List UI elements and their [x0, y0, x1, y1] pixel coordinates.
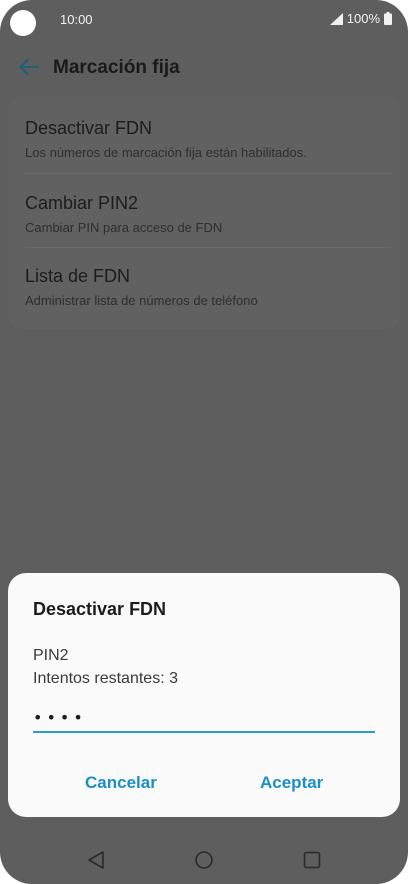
page-title: Marcación fija: [53, 57, 180, 78]
status-icons: 100%: [329, 11, 392, 26]
pin2-label: PIN2: [33, 647, 69, 664]
nav-back-icon[interactable]: [86, 850, 106, 875]
nav-home-icon[interactable]: [194, 850, 214, 875]
nav-recent-apps-icon[interactable]: [303, 851, 321, 874]
pin2-input[interactable]: [33, 703, 375, 733]
battery-percentage: 100%: [346, 11, 380, 26]
status-time: 10:00: [60, 12, 93, 27]
disable-fdn-dialog: Desactivar FDN PIN2 Intentos restantes: …: [8, 573, 400, 817]
dialog-title: Desactivar FDN: [33, 599, 167, 619]
accept-button[interactable]: Aceptar: [260, 773, 323, 793]
cancel-button[interactable]: Cancelar: [85, 773, 157, 793]
settings-item-fdn-list[interactable]: Lista de FDN Administrar lista de número…: [8, 266, 400, 340]
app-bar: Marcación fija: [0, 48, 408, 88]
settings-item-subtitle: Administrar lista de números de teléfono: [25, 293, 258, 308]
battery-icon: [384, 12, 392, 25]
camera-cutout: [10, 10, 36, 36]
settings-item-subtitle: Los números de marcación fija están habi…: [25, 145, 307, 160]
settings-item-disable-fdn[interactable]: Desactivar FDN Los números de marcación …: [8, 118, 400, 192]
remaining-attempts: Intentos restantes: 3: [33, 670, 178, 687]
status-bar: 10:00 100%: [0, 0, 408, 40]
back-arrow-icon[interactable]: [18, 56, 40, 83]
divider: [25, 173, 391, 174]
settings-item-title: Cambiar PIN2: [25, 193, 139, 213]
settings-item-title: Lista de FDN: [25, 266, 131, 286]
divider: [25, 247, 391, 248]
settings-item-change-pin2[interactable]: Cambiar PIN2 Cambiar PIN para acceso de …: [8, 193, 400, 267]
signal-icon: [329, 12, 343, 25]
settings-item-title: Desactivar FDN: [25, 118, 153, 138]
navigation-bar: [0, 836, 408, 884]
settings-item-subtitle: Cambiar PIN para acceso de FDN: [25, 220, 223, 235]
phone-screen: 10:00 100% Marcación fija Desactivar FDN…: [0, 0, 408, 884]
settings-card: Desactivar FDN Los números de marcación …: [8, 96, 400, 329]
